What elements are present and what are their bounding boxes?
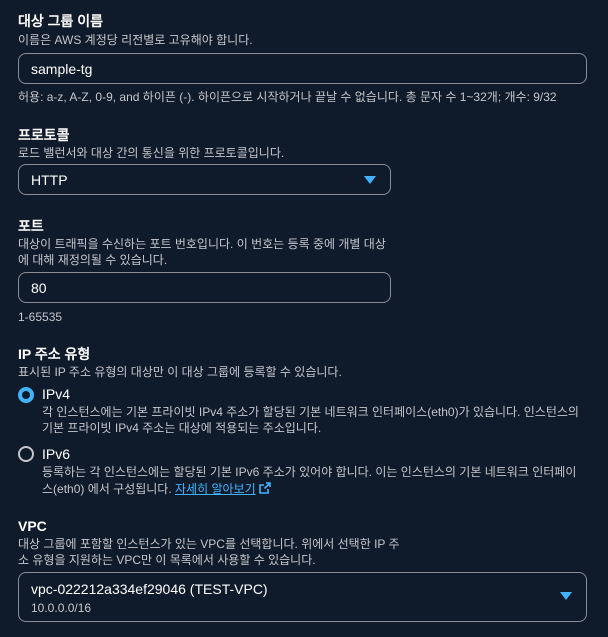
port-hint: 1-65535	[18, 310, 63, 324]
learn-more-link[interactable]: 자세히 알아보기	[175, 482, 271, 496]
ipv6-label: IPv6	[42, 446, 71, 462]
ipv6-description-text: 스(eth0) 에서 구성됩니다.	[42, 482, 172, 496]
caret-down-icon	[364, 176, 376, 184]
protocol-description: 로드 밸런서와 대상 간의 통신을 위한 프로토콜입니다.	[18, 146, 285, 160]
vpc-cidr: 10.0.0.0/16	[31, 601, 92, 615]
protocol-label: 프로토콜	[18, 127, 70, 143]
vpc-description-line2: 소 유형을 지원하는 VPC만 이 목록에서 사용할 수 있습니다.	[18, 553, 316, 567]
ipv4-description-line1: 각 인스턴스에는 기본 프라이빗 IPv4 주소가 할당된 기본 네트워크 인터…	[42, 405, 579, 419]
ipv4-radio[interactable]	[18, 387, 34, 403]
learn-more-link-label: 자세히 알아보기	[175, 482, 256, 496]
vpc-label: VPC	[18, 518, 47, 534]
protocol-select[interactable]: HTTP	[18, 164, 391, 195]
target-group-name-value: sample-tg	[31, 60, 93, 77]
port-input[interactable]: 80	[18, 272, 391, 303]
target-group-name-hint: 허용: a-z, A-Z, 0-9, and 하이픈 (-). 하이픈으로 시작…	[18, 90, 557, 104]
vpc-description-line1: 대상 그룹에 포함할 인스턴스가 있는 VPC를 선택합니다. 위에서 선택한 …	[18, 537, 400, 551]
ip-address-type-description: 표시된 IP 주소 유형의 대상만 이 대상 그룹에 등록할 수 있습니다.	[18, 365, 342, 379]
target-group-name-label: 대상 그룹 이름	[18, 13, 104, 29]
ip-address-type-label: IP 주소 유형	[18, 346, 91, 362]
port-value: 80	[31, 279, 47, 296]
port-label: 포트	[18, 218, 44, 234]
vpc-value: vpc-022212a334ef29046 (TEST-VPC)	[31, 581, 268, 597]
target-group-name-input[interactable]: sample-tg	[18, 53, 587, 84]
port-description-line1: 대상이 트래픽을 수신하는 포트 번호입니다. 이 번호는 등록 중에 개별 대…	[18, 237, 386, 251]
caret-down-icon	[560, 592, 572, 600]
ipv6-radio[interactable]	[18, 446, 34, 462]
ipv4-description-line2: 기본 프라이빗 IPv4 주소는 대상에 적용되는 주소입니다.	[42, 421, 322, 435]
external-link-icon	[258, 482, 271, 494]
port-description-line2: 에 대해 재정의될 수 있습니다.	[18, 253, 168, 267]
ipv4-label: IPv4	[42, 386, 71, 402]
vpc-select[interactable]: vpc-022212a334ef29046 (TEST-VPC) 10.0.0.…	[18, 572, 587, 622]
target-group-name-description: 이름은 AWS 계정당 리전별로 고유해야 합니다.	[18, 33, 253, 47]
protocol-value: HTTP	[31, 171, 68, 188]
ipv6-description-line1: 등록하는 각 인스턴스에는 할당된 기본 IPv6 주소가 있어야 합니다. 이…	[42, 465, 577, 479]
ipv6-description-line2: 스(eth0) 에서 구성됩니다. 자세히 알아보기	[42, 481, 271, 497]
